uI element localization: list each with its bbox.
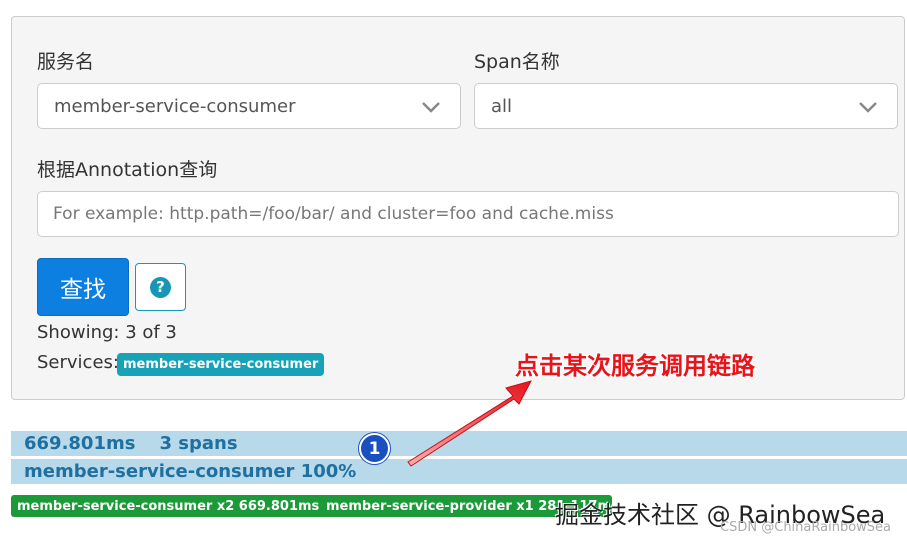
showing-count: Showing: 3 of 3 (37, 322, 177, 343)
trace-service-row[interactable]: member-service-consumer 100% (11, 459, 907, 484)
chevron-down-icon (422, 102, 440, 113)
trace-span-count: 3 spans (159, 433, 238, 454)
watermark-subtext: CSDN @ChinaRainbowSea (720, 520, 891, 535)
service-name-value: member-service-consumer (54, 95, 296, 117)
span-name-select[interactable]: all (474, 83, 898, 129)
help-button[interactable]: ? (135, 263, 186, 311)
service-name-label: 服务名 (37, 51, 95, 73)
trace-duration: 669.801ms (24, 433, 136, 454)
annotation-query-label: 根据Annotation查询 (37, 159, 218, 181)
chevron-down-icon (859, 102, 877, 113)
service-duration-tag: member-service-consumer x2 669.801ms (11, 495, 326, 517)
span-name-value: all (491, 95, 513, 117)
annotation-query-input[interactable]: For example: http.path=/foo/bar/ and clu… (37, 191, 899, 237)
service-name-select[interactable]: member-service-consumer (37, 83, 461, 129)
trace-summary-row[interactable]: 669.801ms 3 spans (11, 431, 907, 456)
search-panel: 服务名 member-service-consumer Span名称 all 根… (11, 16, 905, 400)
span-name-label: Span名称 (474, 51, 560, 73)
service-badge[interactable]: member-service-consumer (117, 353, 325, 376)
annotation-callout: 点击某次服务调用链路 (515, 352, 755, 380)
trace-service-percent: member-service-consumer 100% (24, 461, 357, 482)
step-marker-badge: 1 (359, 433, 390, 464)
services-label: Services: (37, 352, 119, 373)
question-icon: ? (150, 276, 171, 298)
search-button[interactable]: 查找 (37, 258, 129, 316)
